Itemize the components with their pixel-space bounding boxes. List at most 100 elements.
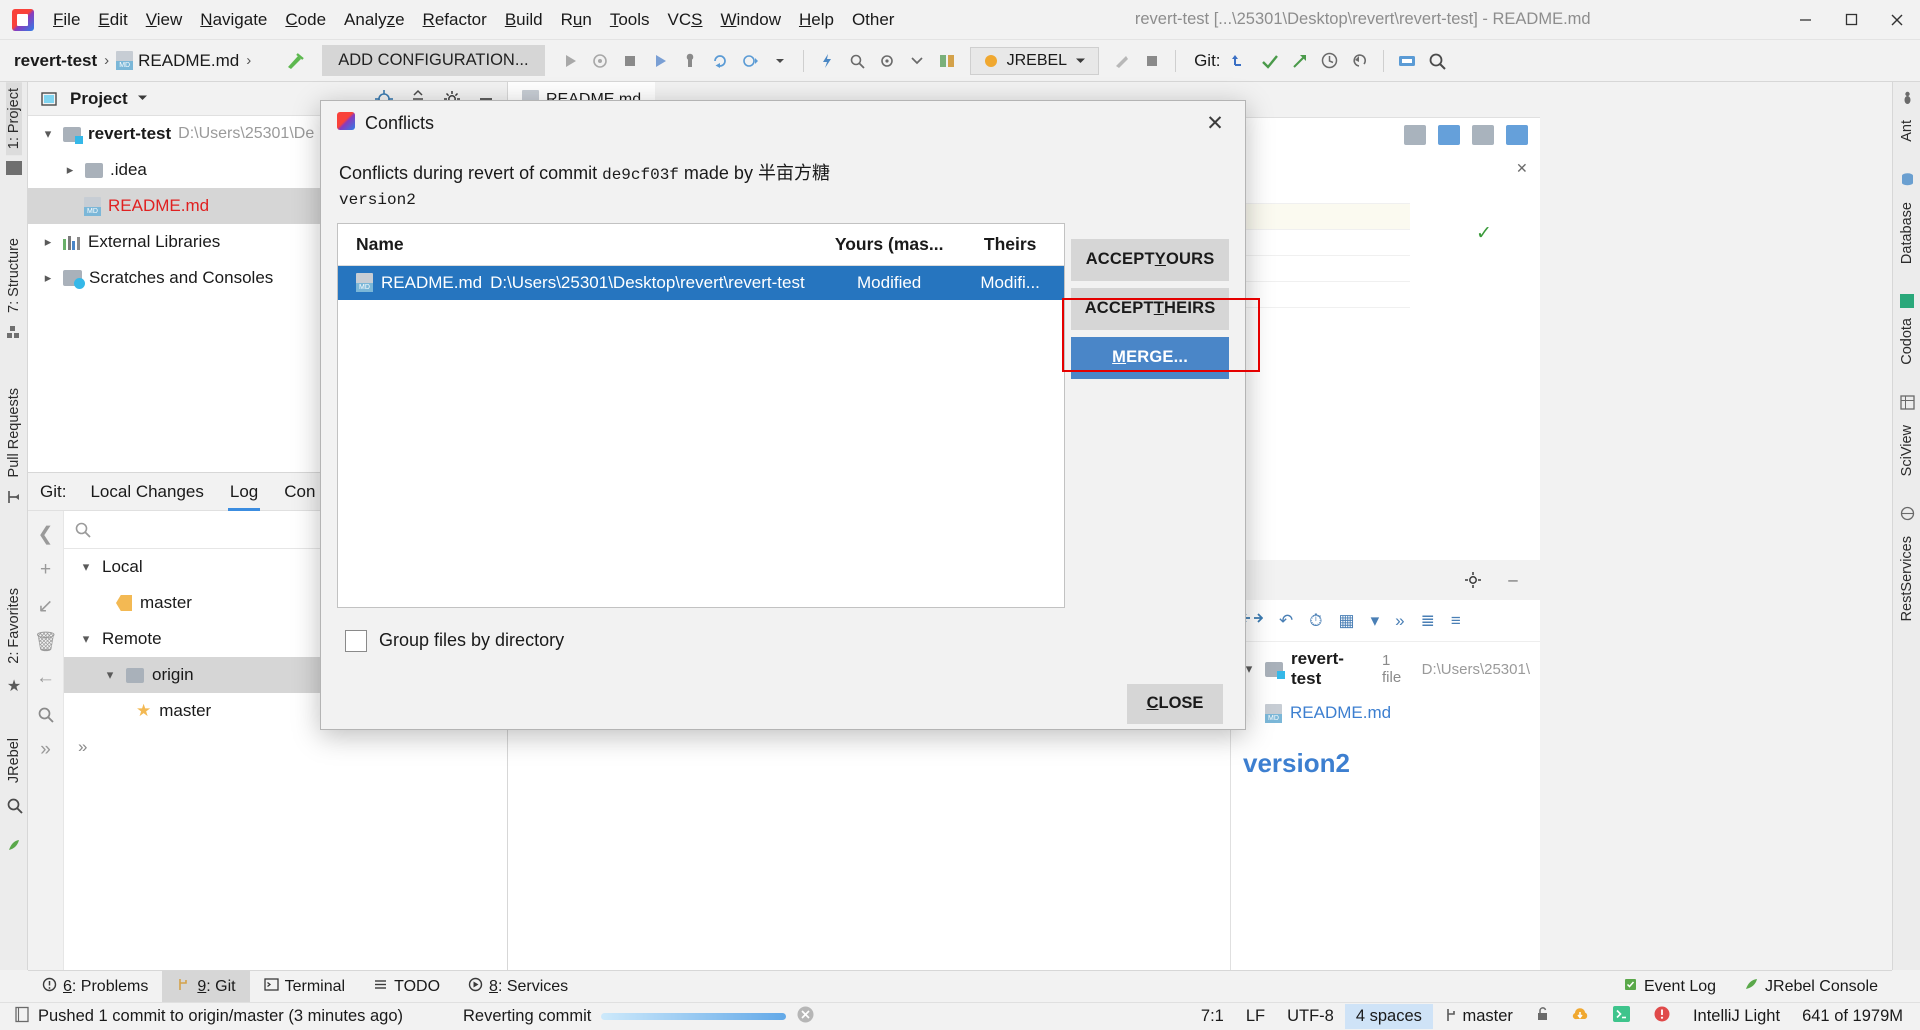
- theme-hint[interactable]: IntelliJ Light: [1682, 1004, 1791, 1029]
- add-icon[interactable]: +: [30, 553, 62, 587]
- merge-branch-icon[interactable]: ←: [30, 661, 62, 695]
- search-branch-icon[interactable]: [30, 697, 62, 731]
- collapse-all-icon[interactable]: ≡: [1451, 611, 1461, 631]
- indent-setting[interactable]: 4 spaces: [1344, 1004, 1433, 1029]
- error-status-icon[interactable]: [1642, 1002, 1682, 1030]
- sidebar-item-sciview[interactable]: SciView: [1899, 419, 1915, 482]
- coverage-icon[interactable]: [675, 46, 705, 76]
- menu-navigate[interactable]: Navigate: [191, 6, 276, 34]
- search-toolbar-icon[interactable]: [1422, 46, 1452, 76]
- run-icon[interactable]: [555, 46, 585, 76]
- menu-run[interactable]: Run: [552, 6, 601, 34]
- terminal-status-icon[interactable]: [1601, 1002, 1642, 1030]
- lightning-icon[interactable]: [812, 46, 842, 76]
- tab-event-log[interactable]: Event Log: [1609, 971, 1730, 1003]
- sidebar-item-favorites[interactable]: 2: Favorites: [6, 582, 22, 670]
- back-arrow-icon[interactable]: ❮: [30, 517, 62, 551]
- search-stripe-icon[interactable]: [6, 797, 23, 819]
- column-header-name[interactable]: Name: [338, 234, 814, 255]
- caret-position[interactable]: 7:1: [1190, 1004, 1235, 1029]
- menu-window[interactable]: Window: [712, 6, 790, 34]
- refresh-icon[interactable]: [705, 46, 735, 76]
- close-dialog-button[interactable]: C LOSE: [1127, 683, 1223, 724]
- git-update-icon[interactable]: [1225, 46, 1255, 76]
- collapse-icon[interactable]: [902, 46, 932, 76]
- accept-theirs-button[interactable]: ACCEPT T HEIRS: [1071, 287, 1229, 330]
- debug-icon[interactable]: [585, 46, 615, 76]
- menu-other[interactable]: Other: [843, 6, 904, 34]
- group-files-checkbox[interactable]: [345, 629, 367, 652]
- build-hammer-icon[interactable]: [280, 46, 310, 76]
- chevron-right-icon[interactable]: ▸: [62, 162, 78, 178]
- sidebar-item-ant[interactable]: Ant: [1899, 114, 1915, 148]
- tab-log[interactable]: Log: [227, 474, 261, 511]
- cancel-progress-icon[interactable]: [796, 1005, 815, 1029]
- filter-icon[interactable]: ▾: [1371, 611, 1380, 631]
- settings-gear-icon[interactable]: [1460, 567, 1486, 593]
- revert-icon[interactable]: ↶: [1279, 611, 1293, 631]
- menu-code[interactable]: Code: [276, 6, 335, 34]
- tab-todo[interactable]: TODO: [359, 971, 454, 1003]
- list-view-icon[interactable]: [1404, 125, 1426, 145]
- accept-yours-button[interactable]: ACCEPT Y OURS: [1071, 238, 1229, 281]
- column-header-theirs[interactable]: Theirs: [964, 234, 1064, 255]
- add-configuration-button[interactable]: ADD CONFIGURATION...: [322, 45, 545, 76]
- menu-analyze[interactable]: Analyze: [335, 6, 414, 34]
- editor-view-icon[interactable]: [1506, 125, 1528, 145]
- sidebar-item-jrebel[interactable]: JRebel: [6, 732, 22, 789]
- git-commit-icon[interactable]: [1255, 46, 1285, 76]
- maximize-button[interactable]: [1828, 0, 1874, 40]
- menu-help[interactable]: Help: [790, 6, 843, 34]
- table-row[interactable]: README.md D:\Users\25301\Desktop\revert\…: [338, 265, 1065, 300]
- sidebar-item-project[interactable]: 1: Project: [6, 82, 22, 156]
- jrebel-stop-icon[interactable]: [1137, 46, 1167, 76]
- menu-build[interactable]: Build: [496, 6, 552, 34]
- menu-edit[interactable]: Edit: [89, 6, 136, 34]
- stop-icon[interactable]: [615, 46, 645, 76]
- git-push-icon[interactable]: [1285, 46, 1315, 76]
- git-branch-widget[interactable]: master: [1433, 1004, 1524, 1029]
- chevron-right-icon[interactable]: ▸: [40, 234, 56, 250]
- run-alt-icon[interactable]: [645, 46, 675, 76]
- minimize-button[interactable]: [1782, 0, 1828, 40]
- git-revert-icon[interactable]: [1345, 46, 1375, 76]
- tab-jrebel-console[interactable]: JRebel Console: [1730, 971, 1892, 1003]
- menu-file[interactable]: File: [44, 6, 89, 34]
- history-icon[interactable]: ⏱: [1309, 611, 1322, 631]
- file-encoding[interactable]: UTF-8: [1276, 1004, 1345, 1029]
- hide-panel-icon[interactable]: –: [1500, 567, 1526, 593]
- more-icon[interactable]: »: [1395, 611, 1404, 631]
- breadcrumb-project[interactable]: revert-test: [14, 51, 97, 71]
- tab-services[interactable]: 8: Services: [454, 971, 582, 1003]
- memory-indicator[interactable]: 641 of 1979M: [1791, 1004, 1914, 1029]
- branch-more[interactable]: »: [64, 729, 507, 765]
- commit-repo-row[interactable]: ▾ revert-test 1 file D:\Users\25301\: [1231, 642, 1540, 696]
- diff-icon[interactable]: [932, 46, 962, 76]
- commit-file-row[interactable]: README.md: [1231, 696, 1540, 730]
- jrebel-status-icon[interactable]: [1561, 1003, 1601, 1030]
- checkout-icon[interactable]: ↙: [30, 589, 62, 623]
- chevron-down-icon[interactable]: ▾: [40, 126, 56, 142]
- expand-all-icon[interactable]: ≣: [1421, 611, 1435, 631]
- delete-icon[interactable]: 🗑: [30, 625, 62, 659]
- editor-close-icon[interactable]: ✕: [1516, 160, 1534, 178]
- close-window-button[interactable]: [1874, 0, 1920, 40]
- database-toolbar-icon[interactable]: [1392, 46, 1422, 76]
- update-icon[interactable]: [735, 46, 765, 76]
- chevron-down-icon[interactable]: ▾: [78, 631, 94, 647]
- line-separator[interactable]: LF: [1235, 1004, 1276, 1029]
- more-options-icon[interactable]: »: [30, 733, 62, 767]
- sidebar-item-structure[interactable]: 7: Structure: [6, 232, 22, 319]
- chevron-down-icon[interactable]: [765, 46, 795, 76]
- search-everywhere-icon[interactable]: [842, 46, 872, 76]
- sidebar-item-restservices[interactable]: RestServices: [1899, 530, 1915, 627]
- merge-button[interactable]: M ERGE...: [1071, 336, 1229, 379]
- group-icon[interactable]: ▦: [1339, 611, 1355, 631]
- menu-refactor[interactable]: Refactor: [414, 6, 496, 34]
- column-header-yours[interactable]: Yours (mas...: [814, 234, 964, 255]
- jrebel-selector[interactable]: JREBEL: [969, 46, 1100, 75]
- tab-terminal[interactable]: Terminal: [250, 971, 359, 1003]
- tab-problems[interactable]: 6: Problems: [28, 971, 162, 1003]
- dialog-close-button[interactable]: ✕: [1197, 106, 1233, 140]
- group-files-row[interactable]: Group files by directory: [321, 608, 1245, 652]
